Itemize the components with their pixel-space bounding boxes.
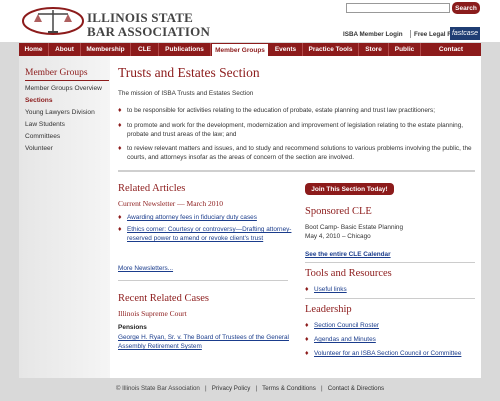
bullet-icon: ♦ bbox=[305, 322, 309, 329]
nav-cle[interactable]: CLE bbox=[131, 43, 159, 56]
leadership-link[interactable]: ♦ Agendas and Minutes bbox=[305, 335, 475, 344]
nav-events[interactable]: Events bbox=[269, 43, 303, 56]
nav-store[interactable]: Store bbox=[359, 43, 389, 56]
nav-public[interactable]: Public bbox=[389, 43, 421, 56]
related-articles-heading: Related Articles bbox=[118, 183, 186, 194]
scales-of-justice-icon bbox=[22, 7, 84, 35]
sidebar-item-committees[interactable]: Committees bbox=[25, 133, 60, 140]
nav-home[interactable]: Home bbox=[19, 43, 49, 56]
recent-cases-heading: Recent Related Cases bbox=[118, 293, 209, 304]
nav-membership[interactable]: Membership bbox=[81, 43, 131, 56]
bullet-icon: ♦ bbox=[305, 286, 309, 293]
utility-divider bbox=[410, 30, 411, 38]
page-title: Trusts and Estates Section bbox=[118, 65, 260, 80]
main-content: Trusts and Estates Section The mission o… bbox=[118, 56, 478, 378]
mission-bullet: ♦ to review relevant matters and issues,… bbox=[118, 145, 472, 161]
bullet-icon: ♦ bbox=[305, 336, 309, 343]
court-label: Illinois Supreme Court bbox=[118, 309, 187, 318]
bullet-icon: ♦ bbox=[118, 214, 122, 221]
sponsored-cle-heading: Sponsored CLE bbox=[305, 206, 372, 217]
leadership-link[interactable]: ♦ Section Council Roster bbox=[305, 321, 475, 330]
join-section-button[interactable]: Join This Section Today! bbox=[305, 183, 394, 195]
copyright-text: © Illinois State Bar Association bbox=[115, 385, 200, 392]
contact-directions-link[interactable]: Contact & Directions bbox=[328, 385, 384, 392]
cle-calendar-link[interactable]: See the entire CLE Calendar bbox=[305, 251, 391, 258]
footer-separator: | bbox=[205, 385, 207, 392]
logo-text-line2: BAR ASSOCIATION bbox=[87, 24, 211, 39]
column-divider bbox=[305, 298, 475, 299]
site-footer: © Illinois State Bar Association | Priva… bbox=[0, 385, 500, 392]
main-nav: Home About Membership CLE Publications M… bbox=[19, 43, 481, 56]
site-header: ILLINOIS STATE BAR ASSOCIATION Search IS… bbox=[0, 0, 500, 42]
footer-separator: | bbox=[255, 385, 258, 392]
privacy-policy-link[interactable]: Privacy Policy bbox=[212, 385, 251, 392]
mission-bullet: ♦ to promote and work for the developmen… bbox=[118, 122, 464, 138]
sidebar-divider bbox=[25, 80, 109, 81]
nav-about[interactable]: About bbox=[49, 43, 81, 56]
page-content: Member Groups Member Groups Overview Sec… bbox=[19, 56, 481, 378]
column-divider bbox=[118, 280, 288, 281]
case-category: Pensions bbox=[118, 324, 147, 331]
isba-logo[interactable]: ILLINOIS STATE BAR ASSOCIATION bbox=[22, 4, 210, 40]
nav-practice-tools[interactable]: Practice Tools bbox=[303, 43, 359, 56]
fastcase-logo[interactable]: fastcase bbox=[450, 27, 480, 40]
bullet-icon: ♦ bbox=[118, 122, 122, 129]
cle-event-title: Boot Camp- Basic Estate Planning bbox=[305, 224, 404, 231]
sidebar-item-member-groups-overview[interactable]: Member Groups Overview bbox=[25, 85, 102, 92]
article-link[interactable]: ♦ Awarding attorney fees in fiduciary du… bbox=[118, 213, 293, 222]
nav-member-groups[interactable]: Member Groups bbox=[211, 43, 269, 56]
footer-separator: | bbox=[320, 385, 323, 392]
nav-contact[interactable]: Contact bbox=[421, 43, 481, 56]
mission-bullet: ♦ to be responsible for activities relat… bbox=[118, 107, 435, 114]
section-divider bbox=[118, 170, 475, 172]
sidebar-item-law-students[interactable]: Law Students bbox=[25, 121, 65, 128]
mission-statement: The mission of ISBA Trusts and Estates S… bbox=[118, 90, 254, 97]
more-newsletters-link[interactable]: More Newsletters... bbox=[118, 265, 173, 272]
tools-resources-heading: Tools and Resources bbox=[305, 268, 392, 279]
cle-event-date: May 4, 2010 – Chicago bbox=[305, 233, 371, 240]
sidebar-item-young-lawyers-division[interactable]: Young Lawyers Division bbox=[25, 109, 95, 116]
sidebar-title: Member Groups bbox=[25, 68, 88, 78]
case-link[interactable]: George H. Ryan, Sr. v. The Board of Trus… bbox=[118, 333, 293, 351]
column-divider bbox=[305, 262, 475, 263]
bullet-icon: ♦ bbox=[118, 226, 122, 233]
bullet-icon: ♦ bbox=[118, 107, 122, 114]
leadership-heading: Leadership bbox=[305, 304, 352, 315]
sidebar-item-sections[interactable]: Sections bbox=[25, 97, 52, 104]
search-input[interactable] bbox=[346, 3, 450, 13]
sidebar: Member Groups Member Groups Overview Sec… bbox=[19, 56, 110, 378]
sidebar-item-volunteer[interactable]: Volunteer bbox=[25, 145, 53, 152]
bullet-icon: ♦ bbox=[305, 350, 309, 357]
article-link[interactable]: ♦ Ethics corner: Courtesy or controversy… bbox=[118, 225, 293, 252]
nav-publications[interactable]: Publications bbox=[159, 43, 211, 56]
leadership-link[interactable]: ♦ Volunteer for an ISBA Section Council … bbox=[305, 349, 477, 358]
bullet-icon: ♦ bbox=[118, 145, 122, 152]
tools-link[interactable]: ♦ Useful links bbox=[305, 285, 475, 294]
current-newsletter-label: Current Newsletter — March 2010 bbox=[118, 199, 223, 208]
member-login-link[interactable]: ISBA Member Login bbox=[343, 31, 403, 38]
terms-conditions-link[interactable]: Terms & Conditions bbox=[262, 385, 316, 392]
search-button[interactable]: Search bbox=[452, 2, 480, 14]
